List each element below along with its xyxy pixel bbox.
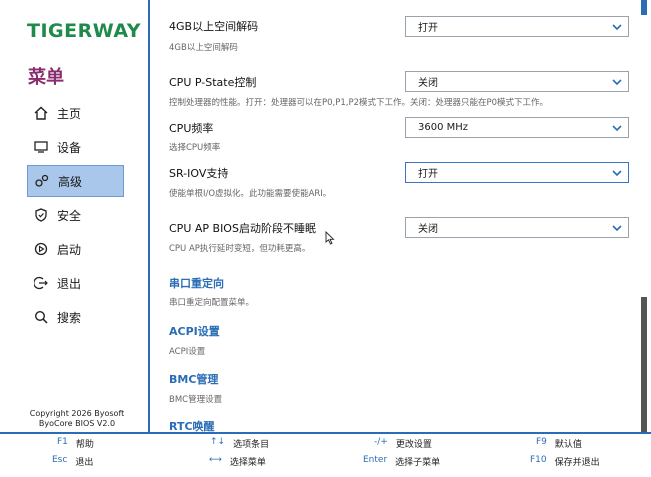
chevron-down-icon — [612, 168, 622, 181]
sidebar-item-device[interactable]: 设备 — [27, 132, 124, 162]
key-label: ⟷ — [209, 455, 222, 465]
setting-label: CPU AP BIOS启动阶段不睡眠 — [169, 222, 316, 235]
chevron-down-icon — [612, 22, 622, 35]
submenu-link-bmc[interactable]: BMC管理 — [169, 371, 218, 387]
mouse-cursor-icon — [325, 230, 335, 249]
footer-enter: Enter 选择子菜单 — [363, 455, 440, 468]
settings-panel: 4GB以上空间解码 打开 4GB以上空间解码 CPU P-State控制 关闭 … — [150, 0, 635, 432]
key-desc: 选择子菜单 — [395, 458, 441, 468]
boot-icon — [33, 241, 49, 257]
bios-version: ByoCore BIOS V2.0 — [38, 419, 116, 428]
chevron-down-icon — [612, 123, 622, 136]
sidebar-item-label: 启动 — [57, 242, 82, 257]
sidebar-item-label: 设备 — [57, 140, 82, 155]
key-label: Esc — [52, 455, 68, 465]
submenu-help: 串口重定向配置菜单。 — [169, 298, 255, 308]
select-value: 关闭 — [418, 224, 438, 235]
sidebar-item-label: 主页 — [57, 106, 82, 121]
submenu-link-serial-redirect[interactable]: 串口重定向 — [169, 275, 224, 291]
sidebar-item-label: 安全 — [57, 208, 82, 223]
key-desc: 更改设置 — [395, 440, 432, 450]
advanced-icon — [34, 173, 50, 189]
setting-select-pstate[interactable]: 关闭 — [405, 71, 629, 92]
submenu-link-rtc-wake[interactable]: RTC唤醒 — [169, 418, 215, 432]
copyright-line: Copyright 2026 Byosoft — [29, 409, 125, 418]
key-desc: 选择菜单 — [229, 458, 266, 468]
setting-help: CPU AP执行延时变短，但功耗更高。 — [169, 244, 311, 254]
sidebar: TIGERWAY 菜单 主页 设备 高级 安全 启动 退出 搜索 Copyrig… — [0, 0, 148, 432]
setting-label: CPU P-State控制 — [169, 76, 257, 89]
chevron-down-icon — [612, 77, 622, 90]
key-label: F10 — [530, 455, 547, 465]
home-icon — [33, 105, 49, 121]
footer-f9: F9 默认值 — [536, 437, 582, 450]
key-label: ↑↓ — [210, 437, 226, 447]
scrollbar-top-marker — [641, 0, 647, 15]
key-desc: 保存并退出 — [554, 458, 600, 468]
setting-select-cpu-freq[interactable]: 3600 MHz — [405, 117, 629, 138]
sidebar-item-label: 退出 — [57, 276, 82, 291]
select-value: 打开 — [418, 169, 438, 180]
sidebar-item-boot[interactable]: 启动 — [27, 234, 124, 264]
key-desc: 帮助 — [75, 440, 94, 450]
setting-label: SR-IOV支持 — [169, 167, 229, 180]
shield-icon — [33, 207, 49, 223]
chevron-down-icon — [612, 223, 622, 236]
footer-leftright: ⟷ 选择菜单 — [209, 455, 266, 468]
footer-updown: ↑↓ 选项条目 — [210, 437, 269, 450]
setting-select-above4g[interactable]: 打开 — [405, 16, 629, 37]
sidebar-item-label: 搜索 — [57, 310, 82, 325]
search-icon — [33, 309, 49, 325]
sidebar-item-advanced[interactable]: 高级 — [27, 165, 124, 197]
scrollbar[interactable] — [635, 0, 651, 432]
setting-help: 使能单根I/O虚拟化。此功能需要使能ARI。 — [169, 189, 332, 199]
submenu-link-acpi[interactable]: ACPI设置 — [169, 323, 220, 339]
device-icon — [33, 139, 49, 155]
footer-f10: F10 保存并退出 — [530, 455, 600, 468]
select-value: 打开 — [418, 23, 438, 34]
exit-icon — [33, 275, 49, 291]
setting-label: CPU频率 — [169, 122, 214, 135]
footer-plusminus: -/+ 更改设置 — [374, 437, 432, 450]
submenu-help: BMC管理设置 — [169, 395, 223, 405]
submenu-help: ACPI设置 — [169, 347, 206, 357]
footer-esc: Esc 退出 — [52, 455, 93, 468]
copyright: Copyright 2026 Byosoft ByoCore BIOS V2.0 — [22, 409, 132, 429]
setting-help: 4GB以上空间解码 — [169, 43, 238, 53]
key-label: F1 — [57, 437, 68, 447]
menu-title: 菜单 — [28, 67, 64, 88]
key-label: -/+ — [374, 437, 388, 447]
setting-select-ap-nosleep[interactable]: 关闭 — [405, 217, 629, 238]
key-label: F9 — [536, 437, 547, 447]
scrollbar-thumb[interactable] — [641, 297, 647, 432]
setting-help: 选择CPU频率 — [169, 143, 221, 153]
brand-logo: TIGERWAY — [27, 20, 141, 42]
select-value: 关闭 — [418, 78, 438, 89]
setting-help: 控制处理器的性能。打开：处理器可以在P0,P1,P2模式下工作。关闭：处理器只能… — [169, 98, 549, 108]
footer-help-bar: F1 帮助 Esc 退出 ↑↓ 选项条目 ⟷ 选择菜单 -/+ 更改设置 Ent… — [0, 434, 651, 477]
sidebar-item-security[interactable]: 安全 — [27, 200, 124, 230]
setting-select-sriov[interactable]: 打开 — [405, 162, 629, 183]
key-desc: 选项条目 — [233, 440, 270, 450]
key-desc: 默认值 — [554, 440, 582, 450]
footer-f1: F1 帮助 — [57, 437, 94, 450]
setting-label: 4GB以上空间解码 — [169, 20, 259, 33]
key-label: Enter — [363, 455, 388, 465]
sidebar-item-exit[interactable]: 退出 — [27, 268, 124, 298]
sidebar-item-home[interactable]: 主页 — [27, 98, 124, 128]
sidebar-item-search[interactable]: 搜索 — [27, 302, 124, 332]
select-value: 3600 MHz — [418, 122, 469, 133]
sidebar-item-label: 高级 — [58, 174, 83, 189]
key-desc: 退出 — [75, 458, 94, 468]
